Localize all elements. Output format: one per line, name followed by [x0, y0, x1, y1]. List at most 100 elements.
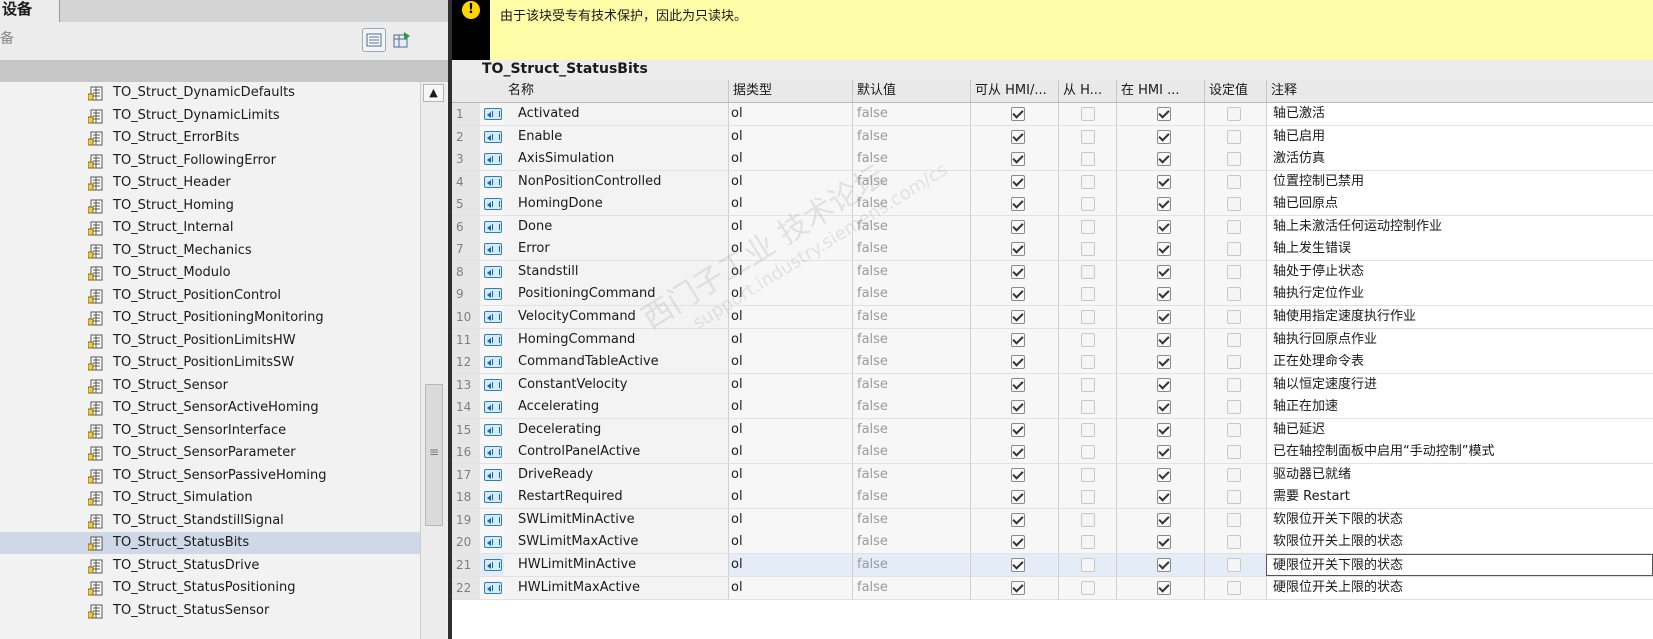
var-name[interactable]: Activated: [504, 103, 728, 125]
from-hmi-checkbox[interactable]: [1081, 174, 1095, 189]
in-hmi-checkbox[interactable]: [1157, 400, 1171, 415]
setpoint-cell[interactable]: [1204, 418, 1266, 441]
var-name[interactable]: HWLimitMaxActive: [504, 576, 728, 599]
var-default[interactable]: false: [852, 328, 970, 351]
table-row[interactable]: 5 HomingDone ol false 轴已回原点: [452, 193, 1653, 217]
in-hmi-cell[interactable]: [1116, 305, 1204, 328]
overview-button[interactable]: [362, 28, 386, 52]
var-comment[interactable]: 正在处理命令表: [1266, 351, 1653, 374]
in-hmi-cell[interactable]: [1116, 351, 1204, 374]
setpoint-cell[interactable]: [1204, 305, 1266, 328]
var-comment[interactable]: 轴以恒定速度行进: [1266, 373, 1653, 396]
from-hmi-cell[interactable]: [1058, 531, 1116, 554]
var-comment[interactable]: 轴上发生错误: [1266, 238, 1653, 261]
from-hmi-cell[interactable]: [1058, 373, 1116, 396]
hmi-access-cell[interactable]: [970, 238, 1058, 261]
from-hmi-cell[interactable]: [1058, 170, 1116, 193]
setpoint-checkbox[interactable]: [1227, 107, 1241, 121]
tree-item[interactable]: TO_Struct_SensorPassiveHoming: [0, 465, 420, 487]
setpoint-cell[interactable]: [1204, 531, 1266, 554]
hmi-access-cell[interactable]: [970, 418, 1058, 441]
var-name[interactable]: Done: [504, 215, 728, 238]
in-hmi-cell[interactable]: [1116, 418, 1204, 441]
from-hmi-cell[interactable]: [1058, 283, 1116, 306]
setpoint-cell[interactable]: [1204, 148, 1266, 171]
var-comment[interactable]: 轴执行回原点作业: [1266, 328, 1653, 351]
from-hmi-cell[interactable]: [1058, 103, 1116, 125]
var-default[interactable]: false: [852, 103, 970, 125]
setpoint-checkbox[interactable]: [1227, 355, 1241, 370]
tree-item[interactable]: TO_Struct_StatusBits: [0, 532, 420, 554]
from-hmi-cell[interactable]: [1058, 508, 1116, 531]
in-hmi-checkbox[interactable]: [1157, 467, 1171, 482]
add-device-button[interactable]: [390, 28, 414, 52]
hmi-access-cell[interactable]: [970, 486, 1058, 509]
from-hmi-checkbox[interactable]: [1081, 400, 1095, 415]
from-hmi-cell[interactable]: [1058, 554, 1116, 576]
from-hmi-cell[interactable]: [1058, 396, 1116, 419]
var-default[interactable]: false: [852, 351, 970, 374]
var-comment[interactable]: 激活仿真: [1266, 148, 1653, 171]
tree-item[interactable]: TO_Struct_Simulation: [0, 487, 420, 509]
var-name[interactable]: HomingDone: [504, 193, 728, 216]
var-default[interactable]: false: [852, 463, 970, 486]
hmi-access-cell[interactable]: [970, 373, 1058, 396]
in-hmi-checkbox[interactable]: [1157, 152, 1171, 167]
hmi-access-checkbox[interactable]: [1011, 129, 1025, 144]
var-type[interactable]: ol: [728, 418, 852, 441]
hmi-access-checkbox[interactable]: [1011, 309, 1025, 324]
tree-item[interactable]: TO_Struct_ErrorBits: [0, 127, 420, 149]
hmi-access-checkbox[interactable]: [1011, 332, 1025, 347]
col-default[interactable]: 默认值: [852, 80, 970, 102]
in-hmi-cell[interactable]: [1116, 328, 1204, 351]
var-type[interactable]: ol: [728, 554, 852, 576]
var-default[interactable]: false: [852, 238, 970, 261]
in-hmi-cell[interactable]: [1116, 215, 1204, 238]
hmi-access-cell[interactable]: [970, 328, 1058, 351]
setpoint-cell[interactable]: [1204, 215, 1266, 238]
var-comment[interactable]: 硬限位开关上限的状态: [1266, 576, 1653, 599]
in-hmi-cell[interactable]: [1116, 486, 1204, 509]
from-hmi-cell[interactable]: [1058, 351, 1116, 374]
var-comment[interactable]: 轴上未激活任何运动控制作业: [1266, 215, 1653, 238]
var-comment[interactable]: 轴使用指定速度执行作业: [1266, 305, 1653, 328]
var-default[interactable]: false: [852, 215, 970, 238]
from-hmi-cell[interactable]: [1058, 125, 1116, 148]
var-type[interactable]: ol: [728, 441, 852, 464]
hmi-access-cell[interactable]: [970, 576, 1058, 599]
var-default[interactable]: false: [852, 554, 970, 576]
from-hmi-cell[interactable]: [1058, 238, 1116, 261]
in-hmi-cell[interactable]: [1116, 148, 1204, 171]
table-row[interactable]: 7 Error ol false 轴上发生错误: [452, 238, 1653, 262]
var-default[interactable]: false: [852, 170, 970, 193]
table-row[interactable]: 15 Decelerating ol false 轴已延迟: [452, 418, 1653, 442]
var-type[interactable]: ol: [728, 148, 852, 171]
table-row[interactable]: 19 SWLimitMinActive ol false 软限位开关下限的状态: [452, 508, 1653, 532]
tree-item[interactable]: TO_Struct_Mechanics: [0, 240, 420, 262]
hmi-access-cell[interactable]: [970, 103, 1058, 125]
from-hmi-checkbox[interactable]: [1081, 467, 1095, 482]
from-hmi-cell[interactable]: [1058, 148, 1116, 171]
table-row[interactable]: 4 NonPositionControlled ol false 位置控制已禁用: [452, 170, 1653, 194]
in-hmi-checkbox[interactable]: [1157, 558, 1171, 572]
setpoint-checkbox[interactable]: [1227, 535, 1241, 550]
in-hmi-checkbox[interactable]: [1157, 332, 1171, 347]
col-hmi-access[interactable]: 可从 HMI/...: [970, 80, 1058, 102]
hmi-access-checkbox[interactable]: [1011, 377, 1025, 392]
in-hmi-checkbox[interactable]: [1157, 197, 1171, 212]
var-default[interactable]: false: [852, 396, 970, 419]
col-in-hmi[interactable]: 在 HMI ...: [1116, 80, 1204, 102]
hmi-access-cell[interactable]: [970, 441, 1058, 464]
from-hmi-checkbox[interactable]: [1081, 219, 1095, 234]
var-type[interactable]: ol: [728, 103, 852, 125]
tree-item[interactable]: TO_Struct_StatusDrive: [0, 555, 420, 577]
from-hmi-checkbox[interactable]: [1081, 580, 1095, 595]
in-hmi-checkbox[interactable]: [1157, 445, 1171, 460]
hmi-access-checkbox[interactable]: [1011, 152, 1025, 167]
hmi-access-checkbox[interactable]: [1011, 400, 1025, 415]
var-name[interactable]: AxisSimulation: [504, 148, 728, 171]
setpoint-cell[interactable]: [1204, 283, 1266, 306]
var-name[interactable]: PositioningCommand: [504, 283, 728, 306]
hmi-access-checkbox[interactable]: [1011, 197, 1025, 212]
hmi-access-cell[interactable]: [970, 531, 1058, 554]
